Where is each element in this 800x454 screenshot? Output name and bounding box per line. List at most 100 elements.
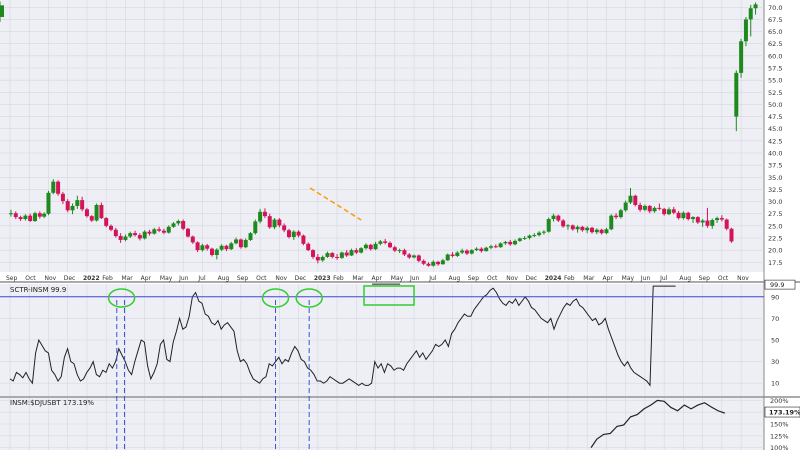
candle-down: [104, 218, 109, 226]
candle-up: [681, 212, 686, 219]
rp-tick-label: 150%: [770, 421, 789, 429]
date-tick-label: 2023: [314, 275, 331, 282]
candle-down: [556, 215, 561, 221]
candle-up: [214, 249, 219, 255]
candle-up: [219, 245, 224, 250]
price-tick-label: 65.0: [768, 28, 782, 36]
date-tick-label: Oct: [256, 275, 267, 282]
candle-down: [28, 215, 33, 221]
rp-tick-label: 200%: [770, 397, 789, 405]
candle-down: [306, 243, 311, 251]
candle-down: [335, 256, 340, 258]
sctr-last-value: 99.9: [770, 281, 784, 289]
candle-down: [210, 248, 215, 255]
candle-down: [267, 216, 272, 228]
sctr-tick-label: 30: [771, 358, 779, 366]
candle-down: [719, 218, 724, 220]
candle-up: [234, 239, 239, 244]
candle-up: [517, 238, 522, 241]
candle-down: [109, 225, 114, 230]
candle-up: [652, 207, 657, 212]
date-tick-label: Nov: [44, 275, 56, 282]
date-tick-label: Sep: [699, 275, 711, 282]
candle-up: [248, 233, 253, 240]
candle-up: [489, 246, 493, 248]
candle-up: [8, 213, 13, 215]
price-tick-label: 52.5: [768, 89, 782, 97]
candle-down: [84, 209, 89, 217]
candle-down: [493, 246, 498, 248]
candle-up: [359, 248, 364, 253]
candle-down: [686, 212, 691, 220]
price-tick-label: 27.5: [768, 210, 782, 218]
candle-up: [75, 200, 80, 206]
candle-down: [614, 215, 619, 218]
candle-up: [628, 195, 633, 203]
candle-up: [623, 202, 628, 211]
date-tick-label: Nov: [506, 275, 518, 282]
candle-up: [373, 243, 378, 250]
candle-up: [397, 250, 402, 252]
candle-down: [464, 250, 469, 254]
candle-down: [426, 263, 431, 266]
candle-down: [662, 208, 667, 215]
date-tick-label: Oct: [718, 275, 729, 282]
candle-down: [407, 254, 412, 258]
price-tick-label: 35.0: [768, 174, 782, 182]
candle-down: [157, 229, 162, 231]
candle-down: [599, 229, 604, 234]
date-tick-label: Feb: [102, 275, 113, 282]
candle-down: [315, 256, 320, 261]
candle-down: [80, 200, 85, 210]
candle-down: [18, 217, 23, 220]
date-tick-label: Apr: [141, 275, 152, 282]
date-tick-label: Feb: [564, 275, 575, 282]
candle-down: [676, 212, 681, 219]
candle-down: [195, 242, 200, 251]
candle-down: [416, 255, 421, 261]
candle-down: [705, 220, 710, 226]
rp-label: INSM:$DJUSBT 173.19%: [10, 399, 94, 407]
price-tick-label: 20.0: [768, 247, 782, 255]
candle-up: [527, 235, 532, 238]
candle-up: [46, 192, 51, 214]
candle-down: [238, 239, 243, 248]
candle-down: [368, 244, 373, 250]
date-tick-label: 2022: [83, 275, 100, 282]
candle-down: [580, 226, 585, 231]
candle-down: [638, 204, 643, 210]
candle-up: [445, 254, 450, 261]
date-tick-label: May: [160, 275, 173, 282]
date-tick-label: May: [622, 275, 635, 282]
candle-up: [522, 238, 527, 239]
candle-down: [13, 213, 18, 218]
candle-up: [618, 210, 623, 218]
rp-last-value: 173.19%: [769, 409, 800, 417]
candle-down: [161, 230, 166, 233]
candle-up: [142, 231, 147, 239]
sctr-tick-label: 10: [771, 380, 779, 388]
candle-up: [200, 245, 205, 251]
date-tick-label: Aug: [449, 275, 461, 282]
date-tick-label: Apr: [602, 275, 613, 282]
candle-up: [128, 233, 133, 237]
candle-down: [724, 219, 729, 229]
candle-down: [436, 261, 441, 265]
date-tick-label: Jun: [178, 275, 189, 282]
candle-up: [123, 236, 128, 240]
candle-up: [503, 241, 508, 244]
price-tick-label: 70.0: [768, 4, 782, 12]
date-tick-label: Feb: [333, 275, 344, 282]
candle-up: [440, 260, 445, 265]
candle-up: [609, 215, 614, 230]
price-tick-label: 37.5: [768, 162, 782, 170]
candle-down: [133, 233, 138, 236]
date-tick-label: Sep: [6, 275, 18, 282]
candle-up: [320, 256, 325, 261]
date-tick-label: Sep: [237, 275, 249, 282]
date-tick-label: Jun: [640, 275, 651, 282]
candle-down: [508, 241, 513, 245]
date-tick-label: Jun: [409, 275, 420, 282]
date-tick-label: Mar: [121, 275, 133, 282]
sctr-tick-label: 90: [771, 293, 779, 301]
